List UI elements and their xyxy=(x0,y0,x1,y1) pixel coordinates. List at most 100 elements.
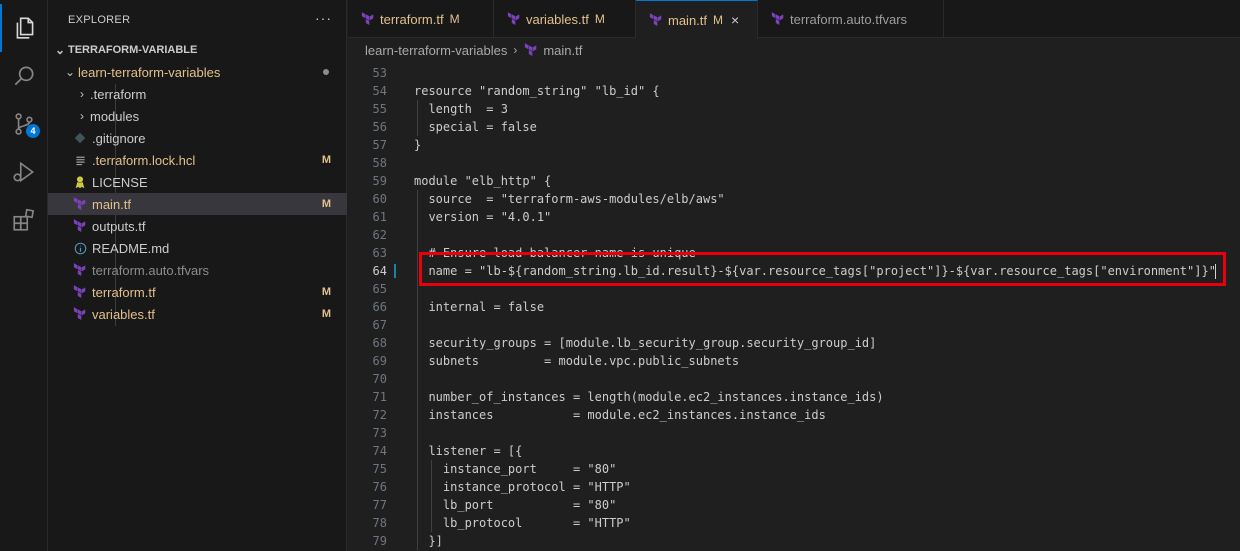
tab-label: variables.tf xyxy=(526,11,589,27)
code-text: lb_port = "80" xyxy=(414,498,617,512)
modified-dot xyxy=(323,69,329,75)
line-number: 63 xyxy=(372,246,387,260)
file-tree-item[interactable]: main.tf M xyxy=(48,193,347,215)
line-number: 59 xyxy=(372,174,387,188)
terraform-icon xyxy=(72,218,88,234)
code-line: 60 source = "terraform-aws-modules/elb/a… xyxy=(348,190,1240,208)
line-number: 79 xyxy=(372,534,387,548)
indent-guide xyxy=(417,190,418,550)
line-number: 65 xyxy=(372,282,387,296)
code-line: 79 }] xyxy=(348,532,1240,550)
line-number: 61 xyxy=(372,210,387,224)
terraform-icon xyxy=(72,262,88,278)
terraform-icon xyxy=(72,284,88,300)
license-icon xyxy=(72,174,88,190)
indent-guide xyxy=(417,100,418,136)
file-tree-item[interactable]: README.md xyxy=(48,237,347,259)
code-line: 68 security_groups = [module.lb_security… xyxy=(348,334,1240,352)
lock-file-icon xyxy=(72,152,88,168)
breadcrumb-file[interactable]: main.tf xyxy=(543,43,582,58)
close-tab-icon[interactable]: × xyxy=(731,12,739,28)
line-number: 70 xyxy=(372,372,387,386)
line-number: 64 xyxy=(372,264,387,278)
file-tree-item[interactable]: .terraform.lock.hcl M xyxy=(48,149,347,171)
line-number: 68 xyxy=(372,336,387,350)
terraform-icon xyxy=(648,12,664,28)
code-line: 59 module "elb_http" { xyxy=(348,172,1240,190)
git-modified-badge: M xyxy=(321,198,331,210)
chevron-right-icon: › xyxy=(80,109,84,123)
code-text: }] xyxy=(414,534,443,548)
code-text: instance_port = "80" xyxy=(414,462,617,476)
file-tree-item[interactable]: LICENSE xyxy=(48,171,347,193)
file-tree-item[interactable]: terraform.auto.tfvars xyxy=(48,259,347,281)
source-control-icon[interactable]: 4 xyxy=(0,100,48,148)
code-text: subnets = module.vpc.public_subnets xyxy=(414,354,740,368)
code-text: number_of_instances = length(module.ec2_… xyxy=(414,390,884,404)
code-text: } xyxy=(414,138,422,152)
file-tree-label: terraform.tf xyxy=(92,284,156,300)
code-line: 71 number_of_instances = length(module.e… xyxy=(348,388,1240,406)
file-tree-item[interactable]: .gitignore xyxy=(48,127,347,149)
chevron-down-icon: ⌄ xyxy=(54,43,66,57)
file-tree-label: terraform.auto.tfvars xyxy=(92,262,210,278)
code-line: 55 length = 3 xyxy=(348,100,1240,118)
code-line: 78 lb_protocol = "HTTP" xyxy=(348,514,1240,532)
line-number: 78 xyxy=(372,516,387,530)
tab-label: terraform.tf xyxy=(380,11,444,27)
code-line: 58 xyxy=(348,154,1240,172)
tab-main-tf[interactable]: main.tf M × xyxy=(636,0,758,39)
code-text: length = 3 xyxy=(414,102,508,116)
code-line: 75 instance_port = "80" xyxy=(348,460,1240,478)
line-number: 77 xyxy=(372,498,387,512)
code-text: special = false xyxy=(414,120,537,134)
file-tree-label: modules xyxy=(90,108,140,124)
info-icon xyxy=(72,240,88,256)
tab-terraform-auto-tfvars[interactable]: terraform.auto.tfvars xyxy=(758,0,944,38)
indent-guide xyxy=(431,460,432,532)
terraform-icon xyxy=(506,11,522,27)
workspace-root-label: TERRAFORM-VARIABLE xyxy=(68,44,198,56)
terraform-icon xyxy=(360,11,376,27)
code-line: 56 special = false xyxy=(348,118,1240,136)
highlight-annotation-box xyxy=(419,252,1226,286)
line-number: 62 xyxy=(372,228,387,242)
file-tree-label: README.md xyxy=(92,240,170,256)
workspace-root[interactable]: ⌄ TERRAFORM-VARIABLE xyxy=(48,39,347,61)
tab-label: main.tf xyxy=(668,12,708,28)
tab-terraform-tf[interactable]: terraform.tf M xyxy=(348,0,494,38)
code-line: 77 lb_port = "80" xyxy=(348,496,1240,514)
modified-line-marker xyxy=(394,264,396,278)
code-text: lb_protocol = "HTTP" xyxy=(414,516,631,530)
code-line: 53 xyxy=(348,64,1240,82)
line-number: 66 xyxy=(372,300,387,314)
file-tree-item[interactable]: › .terraform xyxy=(48,83,347,105)
code-text: instances = module.ec2_instances.instanc… xyxy=(414,408,826,422)
file-tree-item[interactable]: variables.tf M xyxy=(48,303,347,325)
chevron-down-icon: ⌄ xyxy=(64,65,76,79)
tab-variables-tf[interactable]: variables.tf M xyxy=(494,0,636,38)
search-icon[interactable] xyxy=(0,52,48,100)
breadcrumb-folder[interactable]: learn-terraform-variables xyxy=(365,43,507,58)
code-line: 54 resource "random_string" "lb_id" { xyxy=(348,82,1240,100)
code-line: 72 instances = module.ec2_instances.inst… xyxy=(348,406,1240,424)
run-debug-icon[interactable] xyxy=(0,148,48,196)
git-modified-badge: M xyxy=(321,308,331,320)
code-line: 57} xyxy=(348,136,1240,154)
code-line: 62 xyxy=(348,226,1240,244)
terraform-icon xyxy=(523,42,539,58)
editor-tabs: terraform.tf M variables.tf M main.tf M … xyxy=(348,0,1240,39)
file-tree-item[interactable]: › modules xyxy=(48,105,347,127)
explorer-files-icon[interactable] xyxy=(0,4,48,52)
more-actions-button[interactable]: ··· xyxy=(315,10,332,26)
code-line: 76 instance_protocol = "HTTP" xyxy=(348,478,1240,496)
extensions-icon[interactable] xyxy=(0,196,48,244)
line-number: 71 xyxy=(372,390,387,404)
tab-label: terraform.auto.tfvars xyxy=(790,11,908,27)
tab-modified-indicator: M xyxy=(713,13,724,27)
file-tree-item[interactable]: outputs.tf xyxy=(48,215,347,237)
code-editor[interactable]: 53 54 resource "random_string" "lb_id" {55… xyxy=(348,61,1240,551)
file-tree-item[interactable]: terraform.tf M xyxy=(48,281,347,303)
code-line: 74 listener = [{ xyxy=(348,442,1240,460)
folder-learn-terraform-variables[interactable]: ⌄ learn-terraform-variables xyxy=(48,61,347,83)
